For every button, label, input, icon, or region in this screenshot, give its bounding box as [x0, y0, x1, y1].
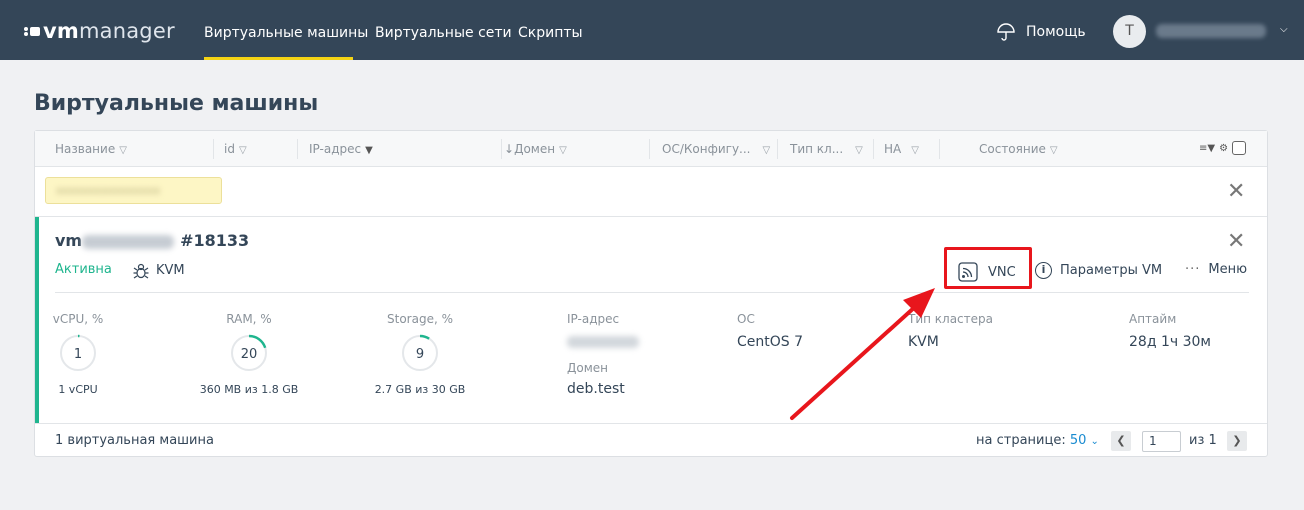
annotation-arrow — [790, 288, 935, 420]
